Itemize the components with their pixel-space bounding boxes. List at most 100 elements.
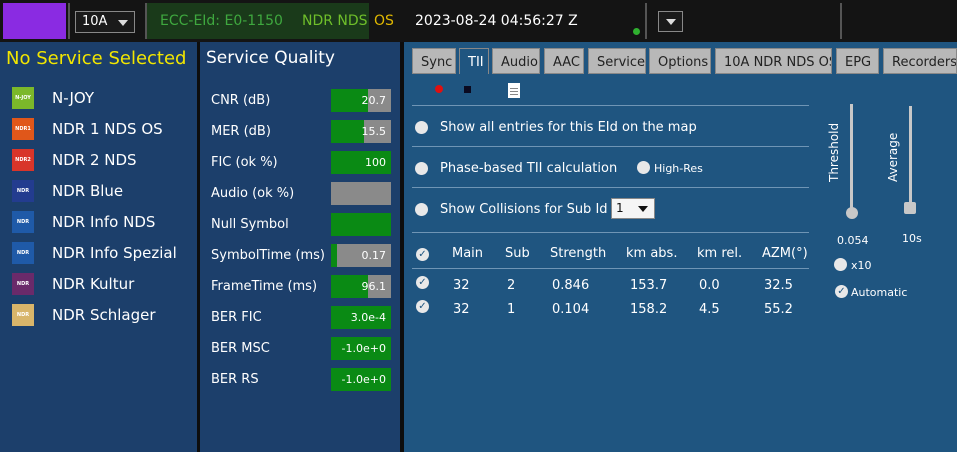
high-res-label: High-Res xyxy=(654,162,703,175)
service-item[interactable]: NDR NDR Info Spezial xyxy=(0,239,197,267)
station-logo-icon: NDR xyxy=(12,242,34,264)
high-res-radio[interactable] xyxy=(637,161,650,174)
quality-meter: 0.17 xyxy=(331,244,391,267)
threshold-value: 0.054 xyxy=(837,234,869,247)
service-item[interactable]: NDR NDR Kultur xyxy=(0,270,197,298)
x10-radio[interactable] xyxy=(834,258,847,271)
column-header[interactable]: km abs. xyxy=(626,246,677,261)
quality-value: 3.0e-4 xyxy=(350,311,386,324)
quality-meter: 20.7 xyxy=(331,89,391,112)
quality-value: 20.7 xyxy=(361,94,387,107)
service-label: NDR Info Spezial xyxy=(52,244,177,262)
quality-meter-fill xyxy=(331,213,391,236)
sub-id-select[interactable]: 1 xyxy=(611,198,655,219)
tab-service[interactable]: Service xyxy=(588,48,646,74)
row-checkbox[interactable]: ✓ xyxy=(416,300,429,313)
show-all-label: Show all entries for this EId on the map xyxy=(440,120,697,135)
tab-recorders[interactable]: Recorders xyxy=(883,48,957,74)
tab-10a-ndr-nds-os[interactable]: 10A NDR NDS OS xyxy=(715,48,832,74)
service-label: NDR 2 NDS xyxy=(52,151,137,169)
select-all-checkbox[interactable]: ✓ xyxy=(416,248,429,261)
channel-value: 10A xyxy=(82,14,108,29)
average-value: 10s xyxy=(902,232,922,245)
threshold-slider-track[interactable] xyxy=(850,104,853,214)
ecc-eid-text: ECC-EId: E0-1150 xyxy=(160,13,283,29)
service-label: NDR Blue xyxy=(52,182,124,200)
average-slider-track[interactable] xyxy=(909,106,912,214)
sync-status-dot-icon xyxy=(633,28,640,35)
table-cell: 4.5 xyxy=(699,302,720,317)
service-item[interactable]: NDR1 NDR 1 NDS OS xyxy=(0,115,197,143)
tab-audio[interactable]: Audio xyxy=(492,48,540,74)
column-header[interactable]: Sub xyxy=(505,246,530,261)
tabs-panel: Sync TII Audio AAC Service Options 10A NDR NDS… xyxy=(404,42,957,452)
table-cell: 32 xyxy=(453,278,470,293)
quality-meter: 3.0e-4 xyxy=(331,306,391,329)
service-label: NDR Schlager xyxy=(52,306,156,324)
table-cell: 1 xyxy=(507,302,516,317)
collisions-radio[interactable] xyxy=(415,203,428,216)
table-cell: 2 xyxy=(507,278,516,293)
quality-label: FIC (ok %) xyxy=(211,155,278,170)
x10-label: x10 xyxy=(851,259,872,272)
column-header[interactable]: km rel. xyxy=(697,246,742,261)
document-icon[interactable] xyxy=(508,83,520,98)
quality-meter xyxy=(331,182,391,205)
column-header[interactable]: AZM(°) xyxy=(762,246,808,261)
service-item[interactable]: NDR NDR Schlager xyxy=(0,301,197,329)
row-checkbox[interactable]: ✓ xyxy=(416,276,429,289)
tab-epg[interactable]: EPG xyxy=(836,48,879,74)
quality-label: CNR (dB) xyxy=(211,93,271,108)
table-cell: 0.104 xyxy=(552,302,590,317)
options-dropdown[interactable] xyxy=(658,11,683,32)
quality-label: SymbolTime (ms) xyxy=(211,248,325,263)
status-color-block xyxy=(3,3,66,39)
table-cell: 153.7 xyxy=(630,278,668,293)
table-cell: 32 xyxy=(453,302,470,317)
phase-tii-radio[interactable] xyxy=(415,162,428,175)
stop-icon[interactable] xyxy=(464,86,471,93)
quality-value: -1.0e+0 xyxy=(341,342,386,355)
tab-aac[interactable]: AAC xyxy=(544,48,584,74)
service-item[interactable]: NDR2 NDR 2 NDS xyxy=(0,146,197,174)
divider xyxy=(645,3,647,39)
divider xyxy=(412,232,809,233)
chevron-down-icon xyxy=(118,20,128,26)
channel-select[interactable]: 10A xyxy=(75,11,135,33)
station-logo-icon: NDR xyxy=(12,211,34,233)
automatic-label: Automatic xyxy=(851,286,908,299)
service-item[interactable]: NDR NDR Blue xyxy=(0,177,197,205)
quality-value: -1.0e+0 xyxy=(341,373,386,386)
service-list-panel: No Service Selected N-JOY N-JOY NDR1 NDR 1 … xyxy=(0,42,197,452)
tab-options[interactable]: Options xyxy=(649,48,711,74)
tab-bar: Sync TII Audio AAC Service Options 10A NDR NDS… xyxy=(404,42,957,74)
tab-tii[interactable]: TII xyxy=(459,48,489,74)
ensemble-suffix: OS xyxy=(374,13,394,29)
table-cell: 158.2 xyxy=(630,302,668,317)
chevron-down-icon xyxy=(666,19,676,25)
quality-label: Null Symbol xyxy=(211,217,289,232)
average-slider-handle[interactable] xyxy=(904,202,916,214)
table-cell: 32.5 xyxy=(764,278,793,293)
service-item[interactable]: N-JOY N-JOY xyxy=(0,84,197,112)
quality-meter: 96.1 xyxy=(331,275,391,298)
quality-meter xyxy=(331,213,391,236)
tab-sync[interactable]: Sync xyxy=(412,48,456,74)
threshold-label: Threshold xyxy=(827,122,841,182)
table-cell: 55.2 xyxy=(764,302,793,317)
column-header[interactable]: Strength xyxy=(550,246,606,261)
phase-tii-label: Phase-based TII calculation xyxy=(440,161,618,176)
quality-label: FrameTime (ms) xyxy=(211,279,318,294)
quality-meter-fill xyxy=(331,244,337,267)
quality-meter-fill xyxy=(331,120,364,143)
divider xyxy=(412,105,809,106)
service-item[interactable]: NDR NDR Info NDS xyxy=(0,208,197,236)
record-icon[interactable] xyxy=(435,85,443,93)
service-quality-panel: Service Quality CNR (dB) 20.7 MER (dB) 15.5… xyxy=(200,42,400,452)
divider xyxy=(840,3,842,39)
threshold-slider-handle[interactable] xyxy=(846,207,858,219)
column-header[interactable]: Main xyxy=(452,246,483,261)
automatic-checkbox[interactable]: ✓ xyxy=(835,285,848,298)
table-cell: 0.846 xyxy=(552,278,590,293)
show-all-radio[interactable] xyxy=(415,121,428,134)
